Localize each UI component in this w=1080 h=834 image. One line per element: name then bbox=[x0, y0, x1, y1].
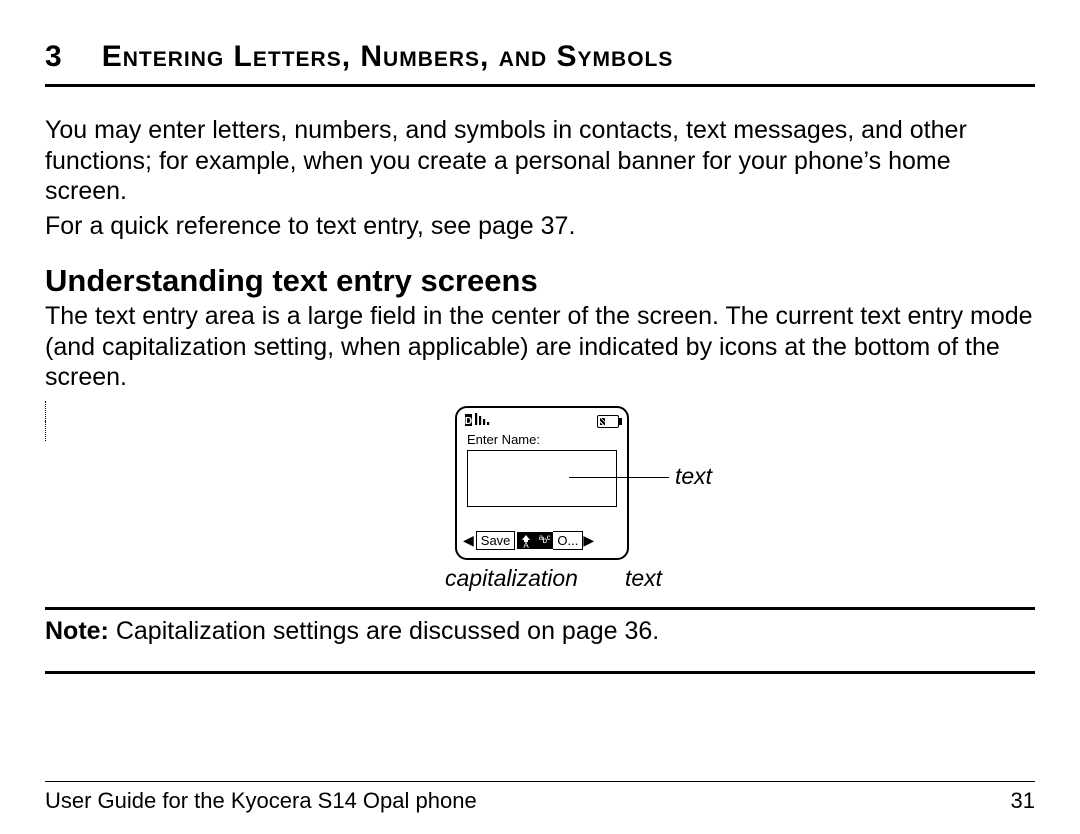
svg-text:A: A bbox=[524, 541, 530, 549]
intro-paragraph-1: You may enter letters, numbers, and symb… bbox=[45, 115, 1035, 207]
phone-screen: D Enter Name: ◀ Save A bbox=[455, 406, 629, 560]
chapter-title: Entering Letters, Numbers, and Symbols bbox=[102, 40, 674, 74]
callout-text-label: text bbox=[675, 463, 712, 490]
callout-leader-line bbox=[569, 477, 669, 479]
left-arrow-icon: ◀ bbox=[463, 532, 474, 549]
note-rule-bottom bbox=[45, 671, 1035, 674]
right-arrow-icon: ▶ bbox=[583, 532, 594, 549]
field-label: Enter Name: bbox=[467, 432, 540, 447]
section-heading: Understanding text entry screens bbox=[45, 263, 1035, 299]
callout-capitalization-label: capitalization bbox=[445, 565, 578, 592]
note-paragraph: Note: Capitalization settings are discus… bbox=[45, 616, 1035, 646]
svg-text:D: D bbox=[465, 416, 472, 427]
footer-page-number: 31 bbox=[1011, 788, 1035, 814]
signal-icon: D bbox=[465, 413, 497, 427]
intro-block: You may enter letters, numbers, and symb… bbox=[45, 115, 1035, 241]
chapter-heading: 3 Entering Letters, Numbers, and Symbols bbox=[45, 30, 1035, 80]
capitalization-icon: A bbox=[517, 532, 535, 549]
softkey-row: ◀ Save A abc O... ▶ bbox=[463, 530, 621, 552]
note-label: Note: bbox=[45, 617, 109, 645]
page-footer: User Guide for the Kyocera S14 Opal phon… bbox=[45, 781, 1035, 814]
callout-text2-label: text bbox=[625, 565, 662, 592]
intro-paragraph-2: For a quick reference to text entry, see… bbox=[45, 211, 1035, 242]
status-bar: D bbox=[465, 413, 619, 429]
figure: D Enter Name: ◀ Save A bbox=[45, 401, 1035, 601]
text-mode-icon: abc bbox=[535, 532, 553, 549]
softkey-options: O... bbox=[553, 531, 583, 550]
mode-icons: A abc bbox=[517, 532, 553, 549]
text-entry-field bbox=[467, 450, 617, 507]
softkey-save: Save bbox=[476, 531, 516, 550]
note-rule-top bbox=[45, 607, 1035, 610]
note-body: Capitalization settings are discussed on… bbox=[109, 617, 659, 645]
battery-icon bbox=[597, 415, 619, 428]
heading-rule bbox=[45, 84, 1035, 87]
section-body: The text entry area is a large field in … bbox=[45, 301, 1035, 393]
footer-left: User Guide for the Kyocera S14 Opal phon… bbox=[45, 788, 477, 814]
chapter-number: 3 bbox=[45, 40, 62, 74]
